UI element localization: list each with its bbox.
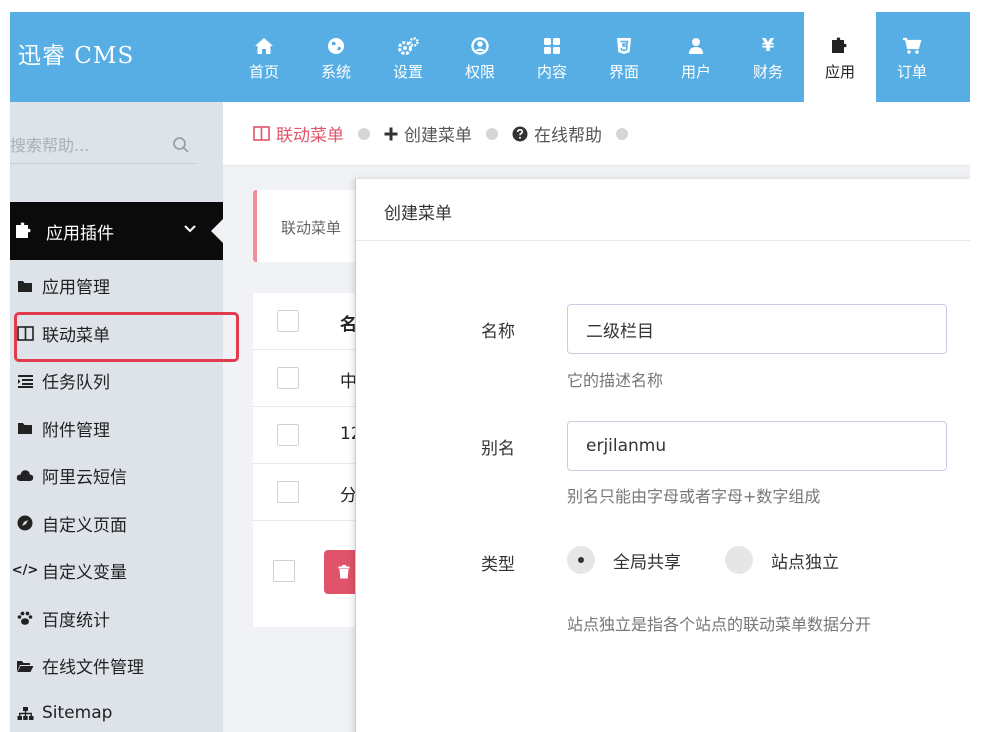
cloud-icon (14, 469, 36, 482)
sidebar-item-aliyun-sms[interactable]: 阿里云短信 (10, 452, 223, 500)
columns-icon (253, 126, 270, 141)
breadcrumb-separator (616, 127, 628, 140)
sidebar-item-attachments[interactable]: 附件管理 (10, 405, 223, 453)
nav-item-home[interactable]: 首页 (228, 12, 300, 102)
alias-label: 别名 (481, 439, 515, 459)
nav-item-content[interactable]: 内容 (516, 12, 588, 102)
nav-item-interface[interactable]: 界面 (588, 12, 660, 102)
grid-icon (543, 33, 561, 59)
select-all-checkbox[interactable] (277, 310, 299, 332)
chevron-down-icon (184, 225, 196, 233)
row-checkbox[interactable] (277, 481, 299, 503)
sidebar-item-baidu-stats[interactable]: 百度统计 (10, 595, 223, 643)
sidebar-item-file-manager[interactable]: 在线文件管理 (10, 642, 223, 690)
sidebar-menu: 应用管理 联动菜单 任务队列 附件管理 阿里云短信 自定义页面 </> 自定义变… (10, 262, 239, 732)
globe-icon (327, 33, 345, 59)
sidebar-item-custom-variable[interactable]: </> 自定义变量 (10, 547, 223, 595)
top-nav: 首页 系统 设置 权限 内容 界面 用户 ¥ 财务 应用 订单 (228, 12, 948, 102)
nav-item-system[interactable]: 系统 (300, 12, 372, 102)
sidebar-section-label: 应用插件 (46, 223, 114, 244)
html5-icon (616, 33, 632, 59)
folder-open-icon (14, 659, 36, 673)
create-menu-dialog: 创建菜单 名称 它的描述名称 别名 别名只能由字母或者字母+数字组成 类型 全局… (355, 179, 970, 732)
sidebar-section-apps[interactable]: 应用插件 (10, 202, 223, 260)
nav-item-settings[interactable]: 设置 (372, 12, 444, 102)
breadcrumb-separator (358, 127, 370, 140)
gears-icon (397, 33, 419, 59)
nav-item-orders[interactable]: 订单 (876, 12, 948, 102)
nav-item-finance[interactable]: ¥ 财务 (732, 12, 804, 102)
code-icon: </> (11, 563, 39, 579)
cart-icon (902, 33, 922, 59)
home-icon (254, 33, 274, 59)
user-icon (688, 33, 704, 59)
folder-icon (14, 421, 36, 435)
footer-checkbox[interactable] (273, 560, 295, 582)
question-icon (512, 126, 528, 142)
dialog-title: 创建菜单 (356, 179, 970, 241)
alias-input[interactable] (567, 421, 947, 471)
name-label: 名称 (481, 322, 515, 342)
name-help: 它的描述名称 (567, 371, 664, 390)
folder-icon (14, 279, 36, 293)
sidebar: 应用插件 应用管理 联动菜单 任务队列 附件管理 阿里 (10, 102, 239, 732)
breadcrumb-create-menu[interactable]: 创建菜单 (384, 121, 472, 146)
alias-help: 别名只能由字母或者字母+数字组成 (567, 487, 821, 506)
name-input[interactable] (567, 304, 947, 354)
sitemap-icon (14, 706, 36, 721)
yen-icon: ¥ (761, 35, 775, 56)
nav-item-permissions[interactable]: 权限 (444, 12, 516, 102)
type-label: 类型 (481, 555, 515, 575)
trash-icon (338, 565, 350, 579)
row-checkbox[interactable] (277, 424, 299, 446)
sidebar-item-custom-page[interactable]: 自定义页面 (10, 500, 223, 548)
columns-icon (14, 325, 36, 341)
radio-circle-checked (567, 546, 595, 574)
breadcrumb-linkage-menu[interactable]: 联动菜单 (253, 121, 344, 146)
type-help: 站点独立是指各个站点的联动菜单数据分开 (567, 615, 872, 634)
puzzle-icon (830, 33, 850, 59)
plus-icon (384, 127, 398, 141)
type-radio-global[interactable]: 全局共享 (567, 546, 681, 574)
type-radio-site[interactable]: 站点独立 (725, 546, 839, 574)
search-icon[interactable] (172, 136, 190, 154)
top-header: 迅睿 CMS 首页 系统 设置 权限 内容 界面 用户 ¥ 财务 应用 订单 (10, 12, 970, 102)
sidebar-item-sitemap[interactable]: Sitemap (10, 690, 223, 732)
search-input[interactable] (10, 128, 160, 162)
radio-circle (725, 546, 753, 574)
user-circle-icon (471, 33, 489, 59)
nav-item-users[interactable]: 用户 (660, 12, 732, 102)
sidebar-item-app-manage[interactable]: 应用管理 (10, 262, 223, 310)
puzzle-icon (16, 222, 31, 238)
sidebar-item-linkage-menu[interactable]: 联动菜单 (10, 310, 239, 361)
sidebar-item-task-queue[interactable]: 任务队列 (10, 357, 223, 405)
paw-icon (14, 610, 36, 626)
brand-logo[interactable]: 迅睿 CMS (18, 36, 134, 70)
app-frame: 迅睿 CMS 首页 系统 设置 权限 内容 界面 用户 ¥ 财务 应用 订单 搜… (10, 12, 970, 732)
list-icon (14, 374, 36, 388)
sidebar-search (10, 128, 196, 164)
breadcrumb-online-help[interactable]: 在线帮助 (512, 121, 602, 146)
compass-icon (14, 515, 36, 531)
row-checkbox[interactable] (277, 367, 299, 389)
breadcrumb: 联动菜单 创建菜单 在线帮助 (223, 102, 970, 166)
breadcrumb-separator (486, 127, 498, 140)
nav-item-apps[interactable]: 应用 (804, 12, 876, 102)
